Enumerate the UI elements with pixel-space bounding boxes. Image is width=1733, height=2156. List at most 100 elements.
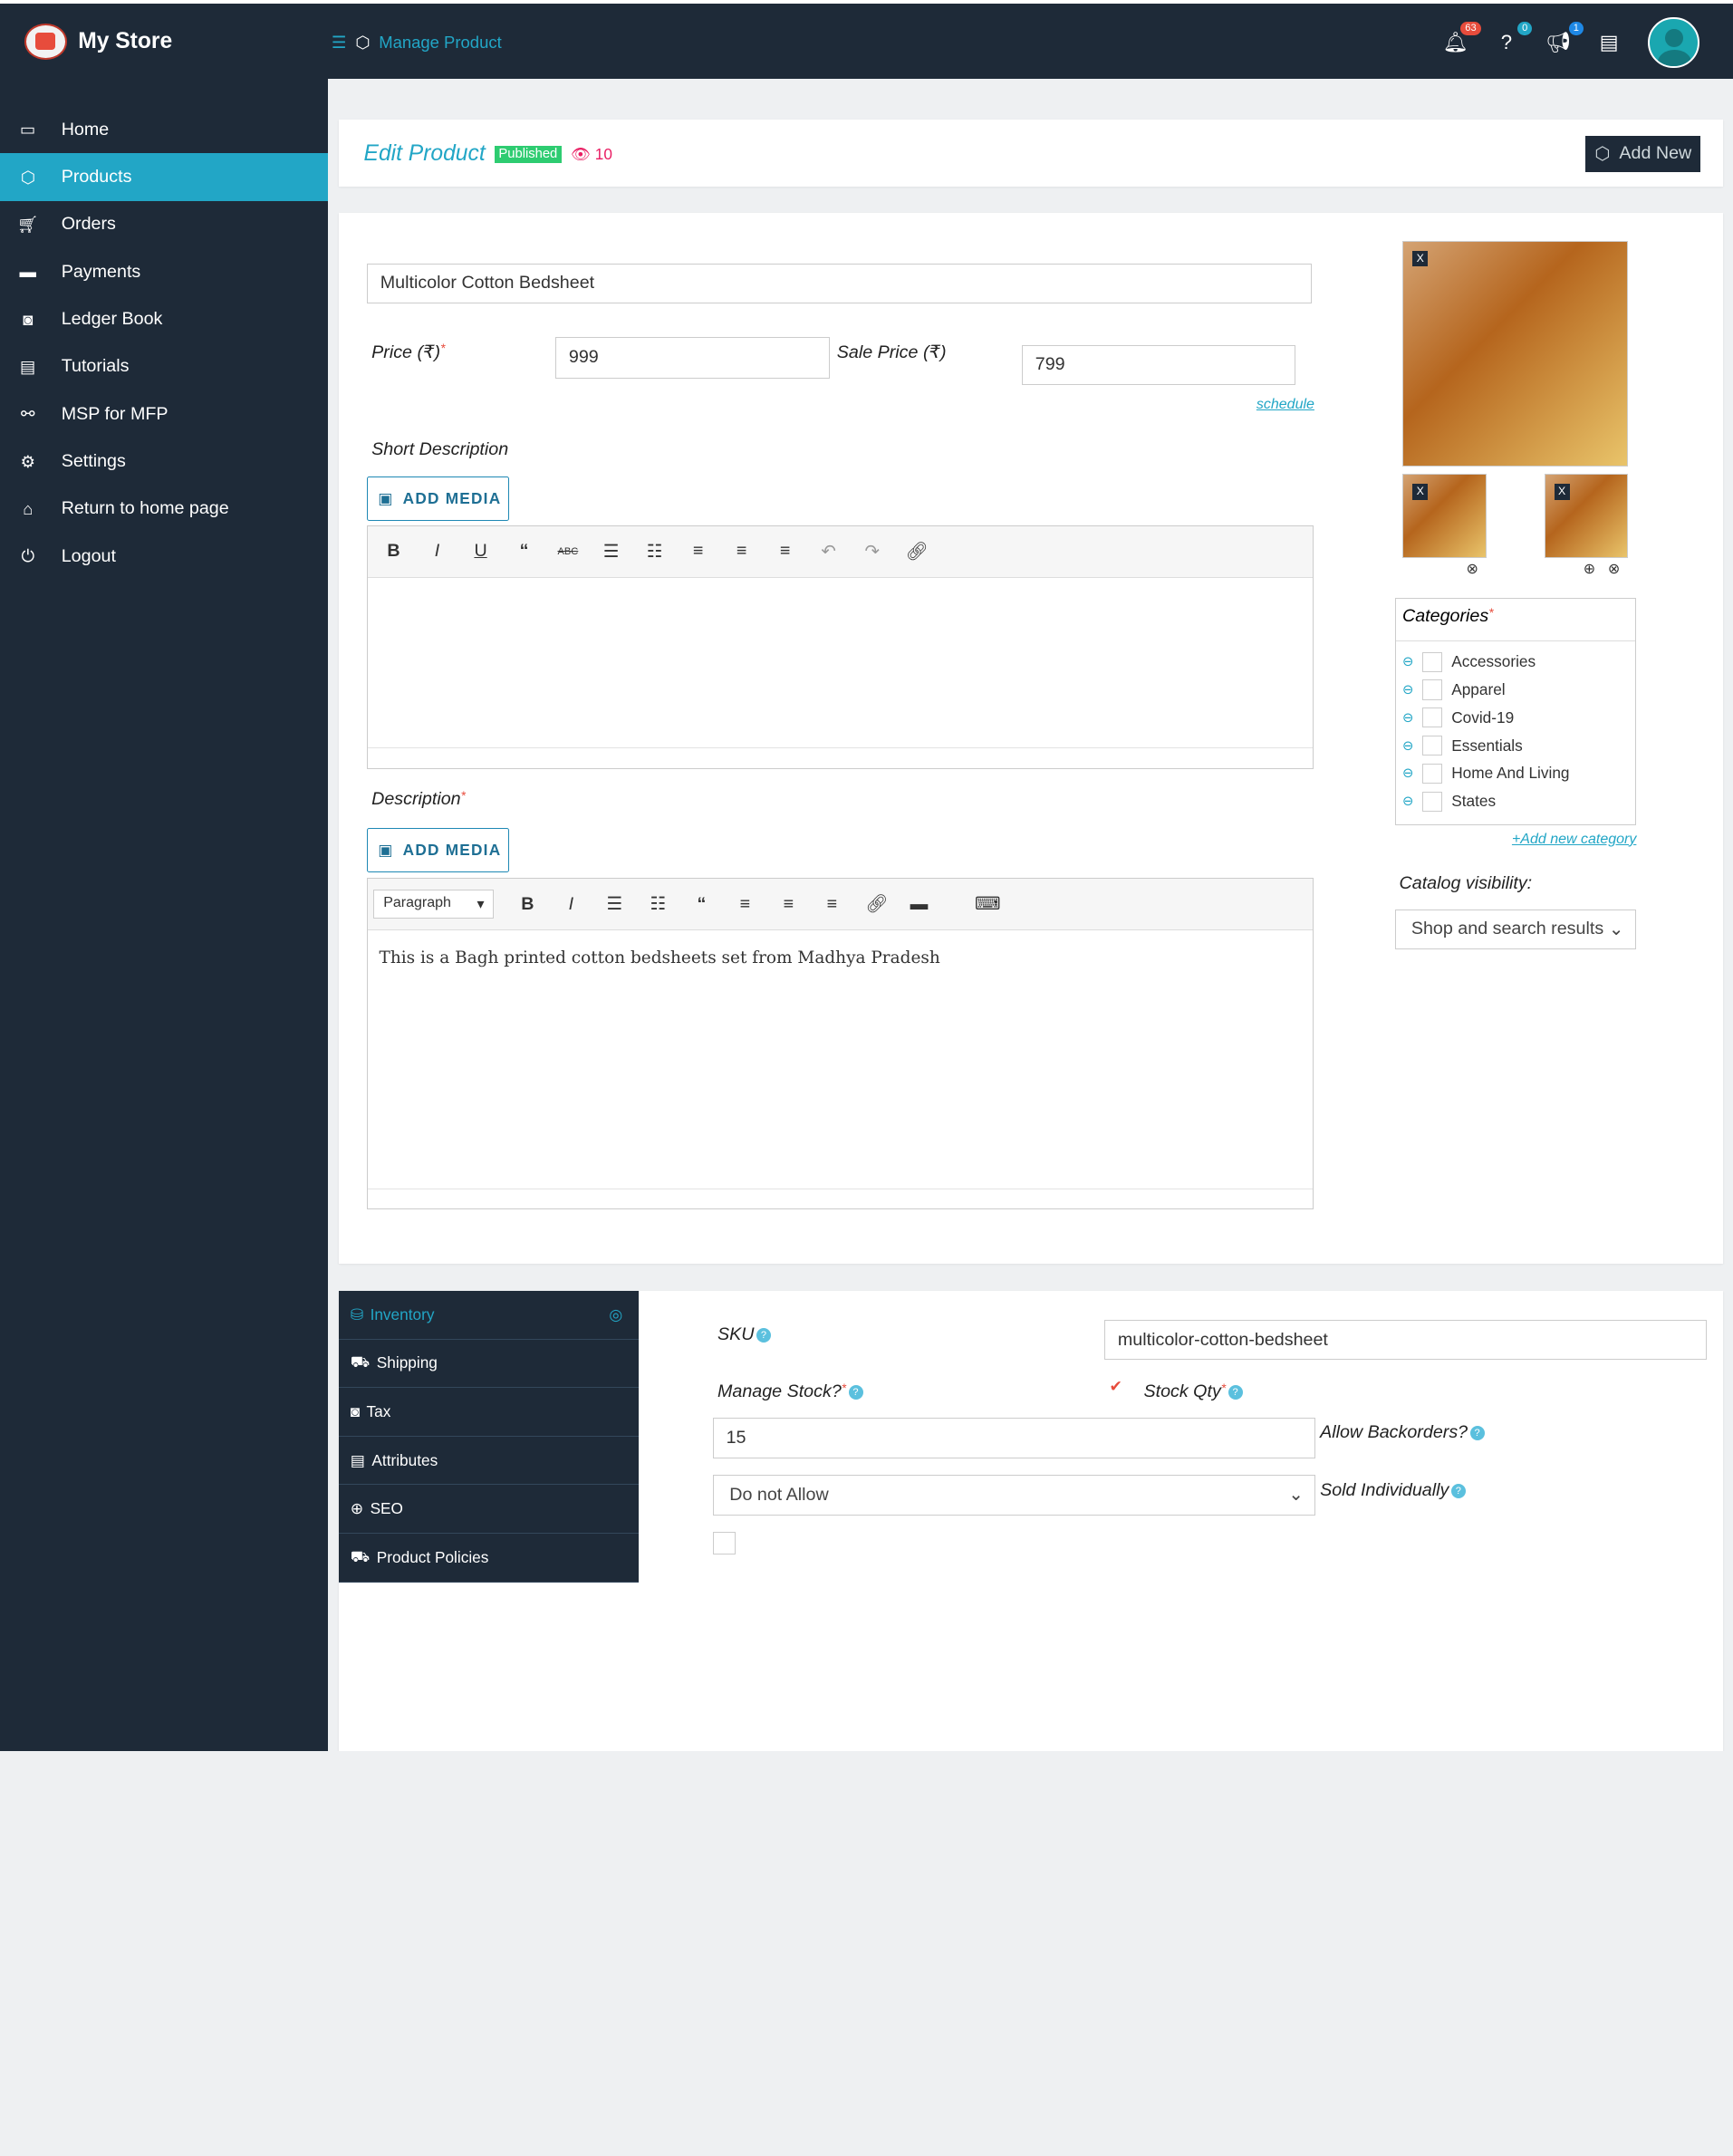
sidebar-item-settings[interactable]: ⚙ Settings xyxy=(0,438,328,485)
backorders-select[interactable]: Do not Allow ⌄ xyxy=(713,1475,1316,1516)
help-icon[interactable]: ? xyxy=(1469,1426,1485,1441)
blockquote-icon[interactable]: “ xyxy=(691,894,711,915)
category-checkbox[interactable] xyxy=(1422,707,1443,728)
arrow-circle-icon[interactable]: ⊖ xyxy=(1402,765,1413,781)
link-icon[interactable]: 🔗︎ xyxy=(865,893,888,915)
align-right-icon[interactable]: ≡ xyxy=(775,541,795,562)
sidebar-item-logout[interactable]: ⏻ Logout xyxy=(0,533,328,580)
bullet-list-icon[interactable]: ☰ xyxy=(602,541,621,563)
italic-icon[interactable]: I xyxy=(427,541,447,562)
help-icon[interactable]: ? xyxy=(756,1327,771,1343)
editor-toolbar: B I U “ ABC ☰ ☷ ≡ ≡ ≡ ↶ ↷ 🔗︎ xyxy=(368,526,1313,578)
tab-shipping[interactable]: ⛟ Shipping xyxy=(339,1339,639,1389)
arrow-circle-icon[interactable]: ⊖ xyxy=(1402,682,1413,698)
brand[interactable]: My Store xyxy=(24,24,172,60)
keyboard-icon[interactable]: ⌨︎ xyxy=(975,893,1000,915)
sidebar-item-ledger-book[interactable]: ◙ Ledger Book xyxy=(0,295,328,342)
media-icon: ▣ xyxy=(378,489,394,508)
align-right-icon[interactable]: ≡ xyxy=(822,894,842,915)
featured-image[interactable]: X xyxy=(1402,241,1629,467)
help-icon[interactable]: ? 0 xyxy=(1494,22,1533,54)
category-item[interactable]: ⊖ States xyxy=(1396,787,1635,815)
bold-icon[interactable]: B xyxy=(383,541,403,562)
align-left-icon[interactable]: ≡ xyxy=(688,541,708,562)
category-item[interactable]: ⊖ Covid-19 xyxy=(1396,704,1635,732)
stock-qty-input[interactable]: 15 xyxy=(713,1418,1316,1458)
category-item[interactable]: ⊖ Essentials xyxy=(1396,732,1635,760)
link-icon[interactable]: 🔗︎ xyxy=(906,541,929,563)
read-more-icon[interactable]: ▬ xyxy=(909,894,929,915)
underline-icon[interactable]: U xyxy=(470,541,490,562)
category-checkbox[interactable] xyxy=(1422,763,1443,784)
paragraph-select[interactable]: Paragraph ▾ xyxy=(373,890,495,919)
help-icon[interactable]: ? xyxy=(1228,1384,1243,1400)
numbered-list-icon[interactable]: ☷ xyxy=(645,541,665,563)
add-new-button[interactable]: ⬡ Add New xyxy=(1585,136,1701,172)
italic-icon[interactable]: I xyxy=(561,894,581,915)
editor-status-bar xyxy=(368,1188,1313,1208)
sidebar-item-return-home[interactable]: ⌂ Return to home page xyxy=(0,486,328,533)
category-checkbox[interactable] xyxy=(1422,651,1443,672)
price-input[interactable]: 999 xyxy=(555,336,831,379)
tab-tax[interactable]: ◙ Tax xyxy=(339,1388,639,1437)
add-circle-icon[interactable]: ⊕ xyxy=(1584,560,1595,578)
manage-stock-checkbox[interactable]: ✔ xyxy=(1104,1375,1127,1399)
arrow-circle-icon[interactable]: ⊖ xyxy=(1402,738,1413,754)
remove-image-icon[interactable]: X xyxy=(1554,484,1570,500)
menu-toggle-icon[interactable]: ☰ xyxy=(332,33,347,53)
tab-seo[interactable]: ⊕ SEO xyxy=(339,1485,639,1534)
bell-icon[interactable]: 🔔︎ 63 xyxy=(1443,22,1481,54)
help-icon[interactable]: ? xyxy=(848,1384,863,1400)
sidebar-item-payments[interactable]: ▬ Payments xyxy=(0,248,328,295)
sidebar-item-msp-for-mfp[interactable]: ⚯ MSP for MFP xyxy=(0,390,328,438)
sku-input[interactable]: multicolor-cotton-bedsheet xyxy=(1104,1320,1708,1361)
add-media-button[interactable]: ▣ ADD MEDIA xyxy=(367,827,509,873)
breadcrumb-label[interactable]: Manage Product xyxy=(379,33,502,53)
numbered-list-icon[interactable]: ☷ xyxy=(648,893,668,915)
sidebar-item-products[interactable]: ⬡ Products xyxy=(0,153,329,201)
arrow-circle-icon[interactable]: ⊖ xyxy=(1402,710,1413,726)
strikethrough-icon[interactable]: ABC xyxy=(558,546,579,557)
add-media-label: ADD MEDIA xyxy=(402,841,502,860)
sale-price-input[interactable]: 799 xyxy=(1022,344,1295,385)
catalog-visibility-select[interactable]: Shop and search results ⌄ xyxy=(1394,909,1636,950)
sidebar-item-home[interactable]: ▭ Home xyxy=(0,106,328,153)
category-checkbox[interactable] xyxy=(1422,791,1443,812)
category-checkbox[interactable] xyxy=(1422,679,1443,700)
blockquote-icon[interactable]: “ xyxy=(514,541,534,562)
bullet-list-icon[interactable]: ☰ xyxy=(604,893,624,915)
sidebar-item-tutorials[interactable]: ▤ Tutorials xyxy=(0,343,328,390)
add-category-link[interactable]: +Add new category xyxy=(1512,832,1636,848)
gallery-image[interactable]: X xyxy=(1402,474,1487,558)
remove-image-icon[interactable]: X xyxy=(1412,484,1429,500)
undo-icon[interactable]: ↶ xyxy=(819,541,839,563)
remove-image-icon[interactable]: X xyxy=(1412,250,1429,267)
tab-product-policies[interactable]: ⛟ Product Policies xyxy=(339,1533,639,1583)
align-center-icon[interactable]: ≡ xyxy=(732,541,752,562)
category-item[interactable]: ⊖ Home And Living xyxy=(1396,759,1635,787)
tab-attributes[interactable]: ▤ Attributes xyxy=(339,1436,639,1486)
schedule-link[interactable]: schedule xyxy=(1256,397,1314,413)
sidebar-item-orders[interactable]: 🛒︎ Orders xyxy=(0,201,328,248)
redo-icon[interactable]: ↷ xyxy=(862,541,882,563)
help-icon[interactable]: ? xyxy=(1450,1484,1466,1499)
category-item[interactable]: ⊖ Apparel xyxy=(1396,676,1635,704)
arrow-circle-icon[interactable]: ⊖ xyxy=(1402,794,1413,809)
add-media-button[interactable]: ▣ ADD MEDIA xyxy=(367,476,509,522)
category-checkbox[interactable] xyxy=(1422,735,1443,756)
bold-icon[interactable]: B xyxy=(517,894,537,915)
gallery-image[interactable]: X xyxy=(1544,474,1629,558)
book-icon[interactable]: ▤ xyxy=(1597,31,1622,54)
description-text[interactable]: This is a Bagh printed cotton bedsheets … xyxy=(368,930,1312,985)
megaphone-icon[interactable]: 📢︎ 1 xyxy=(1545,22,1584,54)
tab-inventory[interactable]: ⛁ Inventory ◎ xyxy=(339,1291,639,1340)
avatar[interactable] xyxy=(1648,16,1699,69)
remove-circle-icon[interactable]: ⊗ xyxy=(1608,560,1620,578)
align-center-icon[interactable]: ≡ xyxy=(778,894,798,915)
category-item[interactable]: ⊖ Accessories xyxy=(1396,648,1635,676)
arrow-circle-icon[interactable]: ⊖ xyxy=(1402,654,1413,669)
sold-individually-checkbox[interactable] xyxy=(713,1532,736,1554)
remove-circle-icon[interactable]: ⊗ xyxy=(1466,560,1478,578)
align-left-icon[interactable]: ≡ xyxy=(735,894,755,915)
product-name-input[interactable]: Multicolor Cotton Bedsheet xyxy=(367,263,1313,303)
